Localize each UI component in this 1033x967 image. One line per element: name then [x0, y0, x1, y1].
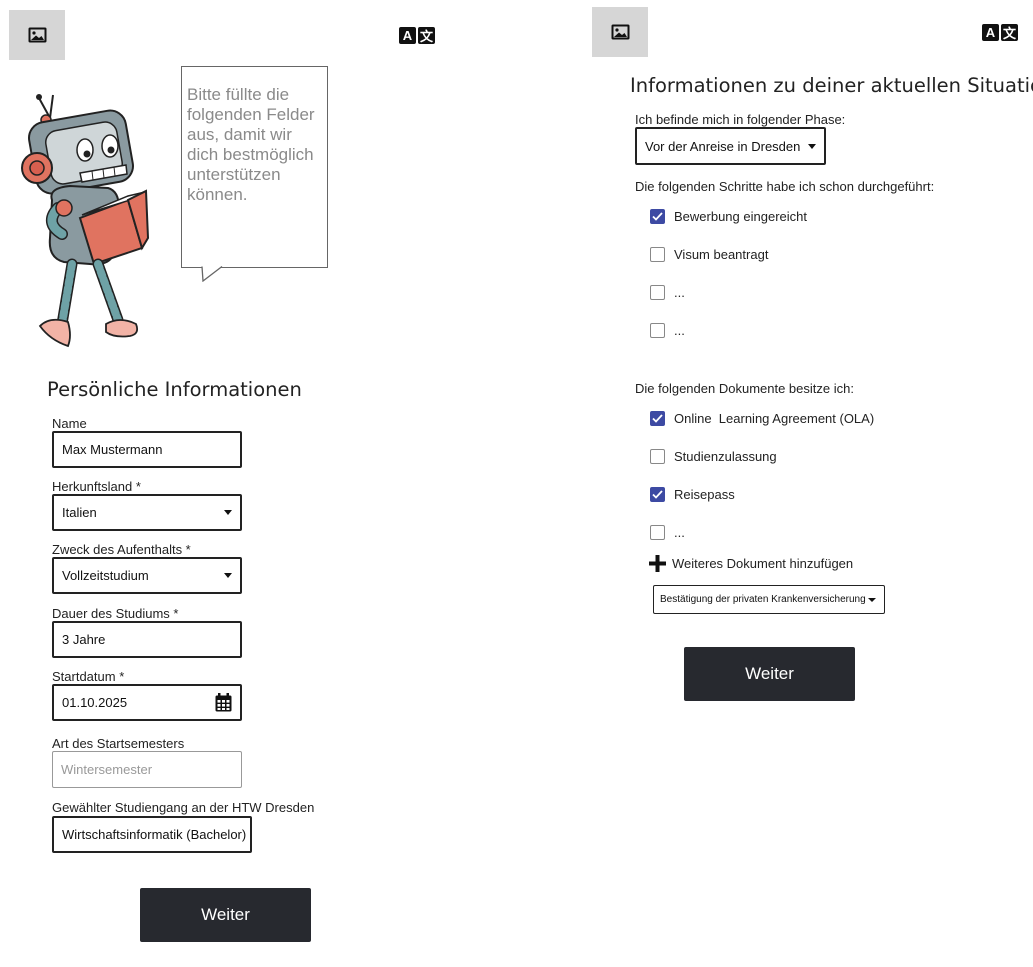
document-item[interactable]: Reisepass	[650, 487, 735, 502]
semester-input[interactable]: Wintersemester	[52, 751, 242, 788]
image-icon	[28, 27, 46, 43]
document-type-select-value: Bestätigung der privaten Krankenversiche…	[660, 594, 866, 605]
chevron-down-icon	[224, 510, 232, 515]
program-input-value: Wirtschaftsinformatik (Bachelor)	[62, 827, 247, 842]
document-label: Online Learning Agreement (OLA)	[674, 411, 875, 426]
image-placeholder-button[interactable]	[9, 10, 65, 60]
speech-bubble: Bitte füllte die folgenden Felder aus, d…	[181, 66, 328, 282]
name-input[interactable]: Max Mustermann	[52, 431, 242, 468]
chevron-down-icon	[224, 573, 232, 578]
robot-illustration	[21, 94, 150, 348]
checkbox-checked[interactable]	[650, 411, 665, 426]
checkbox-unchecked[interactable]	[650, 323, 665, 338]
step-item[interactable]: ...	[650, 323, 685, 338]
step-item[interactable]: Bewerbung eingereicht	[650, 209, 807, 224]
plus-icon	[649, 555, 666, 572]
speech-bubble-text: Bitte füllte die folgenden Felder aus, d…	[181, 66, 328, 268]
document-type-select[interactable]: Bestätigung der privaten Krankenversiche…	[653, 585, 885, 614]
program-input[interactable]: Wirtschaftsinformatik (Bachelor)	[52, 816, 252, 853]
document-label: ...	[674, 525, 685, 540]
checkbox-unchecked[interactable]	[650, 285, 665, 300]
duration-input-value: 3 Jahre	[62, 632, 106, 647]
check-icon	[652, 490, 663, 499]
check-icon	[652, 414, 663, 423]
semester-input-placeholder: Wintersemester	[61, 762, 153, 777]
phase-label: Ich befinde mich in folgender Phase:	[635, 112, 846, 127]
step-label: Visum beantragt	[674, 247, 769, 262]
translate-icon: A	[982, 24, 999, 41]
duration-input[interactable]: 3 Jahre	[52, 621, 242, 658]
checkbox-unchecked[interactable]	[650, 525, 665, 540]
name-label: Name	[52, 416, 87, 431]
checkbox-unchecked[interactable]	[650, 247, 665, 262]
name-input-value: Max Mustermann	[62, 442, 163, 457]
country-select-value: Italien	[62, 505, 97, 520]
documents-heading: Die folgenden Dokumente besitze ich:	[635, 381, 854, 396]
checkbox-unchecked[interactable]	[650, 449, 665, 464]
section-title-situation: Informationen zu deiner aktuellen Situat…	[630, 74, 1033, 97]
step-label: ...	[674, 323, 685, 338]
steps-heading: Die folgenden Schritte habe ich schon du…	[635, 179, 935, 194]
purpose-label: Zweck des Aufenthalts *	[52, 542, 191, 557]
program-label: Gewählter Studiengang an der HTW Dresden	[52, 800, 315, 815]
step-label: Bewerbung eingereicht	[674, 209, 807, 224]
phase-select[interactable]: Vor der Anreise in Dresden	[635, 127, 826, 165]
step-label: ...	[674, 285, 685, 300]
duration-label: Dauer des Studiums *	[52, 606, 179, 621]
purpose-select-value: Vollzeitstudium	[62, 568, 149, 583]
checkbox-checked[interactable]	[650, 487, 665, 502]
start-date-input-value: 01.10.2025	[62, 695, 128, 710]
add-document-button[interactable]: Weiteres Dokument hinzufügen	[649, 555, 853, 572]
document-item[interactable]: Online Learning Agreement (OLA)	[650, 411, 874, 426]
chevron-down-icon	[868, 597, 876, 602]
section-title-personal: Persönliche Informationen	[47, 378, 302, 401]
speech-bubble-tail	[201, 266, 223, 282]
translate-icon-glyph: 文	[1001, 24, 1018, 41]
start-date-label: Startdatum *	[52, 669, 125, 684]
semester-label: Art des Startsemesters	[52, 736, 185, 751]
translate-button[interactable]: A文	[399, 27, 437, 44]
next-button-right[interactable]: Weiter	[684, 647, 855, 701]
chevron-down-icon	[808, 143, 816, 149]
translate-icon-glyph: 文	[418, 27, 435, 44]
calendar-icon[interactable]	[215, 693, 232, 712]
step-item[interactable]: Visum beantragt	[650, 247, 768, 262]
country-label: Herkunftsland *	[52, 479, 141, 494]
translate-button-right[interactable]: A文	[982, 24, 1020, 41]
country-select[interactable]: Italien	[52, 494, 242, 531]
image-icon	[611, 24, 629, 40]
step-item[interactable]: ...	[650, 285, 685, 300]
document-item[interactable]: Studienzulassung	[650, 449, 777, 464]
document-label: Studienzulassung	[674, 449, 777, 464]
checkbox-checked[interactable]	[650, 209, 665, 224]
document-label: Reisepass	[674, 487, 735, 502]
phase-select-value: Vor der Anreise in Dresden	[645, 138, 801, 154]
translate-icon: A	[399, 27, 416, 44]
next-button-left[interactable]: Weiter	[140, 888, 311, 942]
add-document-label: Weiteres Dokument hinzufügen	[672, 556, 854, 571]
start-date-input[interactable]: 01.10.2025	[52, 684, 242, 721]
check-icon	[652, 212, 663, 221]
image-placeholder-button-right[interactable]	[592, 7, 648, 57]
purpose-select[interactable]: Vollzeitstudium	[52, 557, 242, 594]
document-item[interactable]: ...	[650, 525, 685, 540]
